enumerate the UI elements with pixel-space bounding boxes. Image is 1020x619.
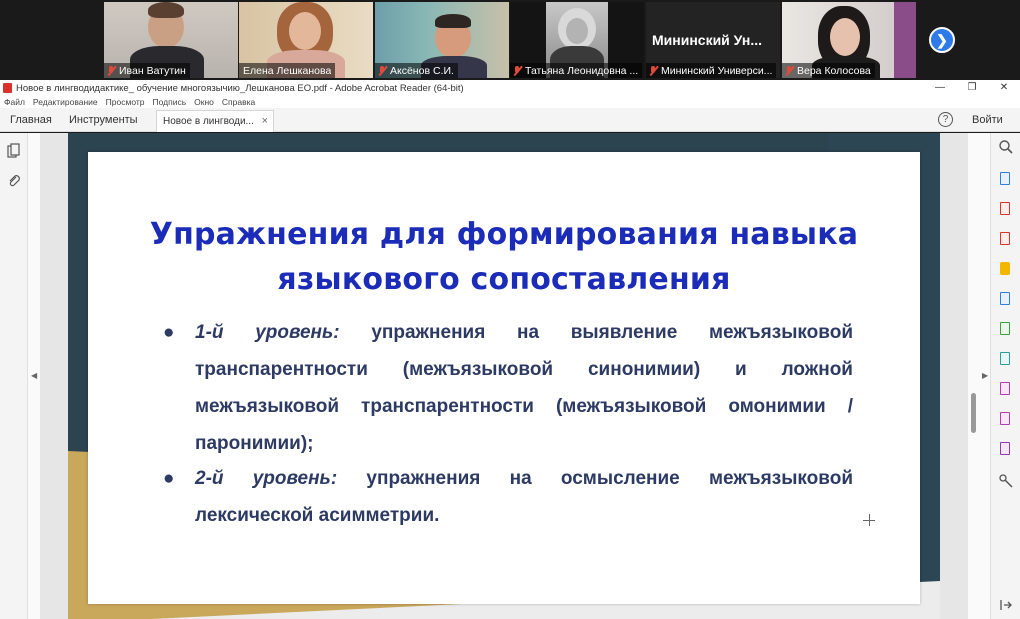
request-signature-icon[interactable]: [998, 441, 1014, 457]
bullet-item-1: ● 1-й уровень: упражнения на выявление м…: [163, 314, 853, 462]
participant-tile-2[interactable]: Елена Лешканова: [239, 2, 373, 78]
menu-bar: Файл Редактирование Просмотр Подпись Окн…: [0, 96, 1020, 108]
menu-edit[interactable]: Редактирование: [33, 96, 98, 108]
tab-document[interactable]: Новое в лингводи... ×: [156, 110, 274, 132]
expand-tools-icon[interactable]: [998, 597, 1014, 613]
left-pane-toggle[interactable]: ◀: [28, 133, 40, 619]
page-thumbnails-icon[interactable]: [6, 143, 21, 158]
mic-muted-icon: [106, 65, 116, 76]
window-titlebar: Новое в лингводидактике_ обучение многоя…: [0, 80, 1020, 96]
fill-sign-icon[interactable]: [998, 321, 1014, 337]
combine-files-icon[interactable]: [998, 351, 1014, 367]
crosshair-cursor-icon: [863, 514, 875, 526]
participant-tile-5[interactable]: Мининский Ун... Мининский Универси...: [646, 2, 780, 78]
left-nav-pane: [0, 133, 28, 619]
participant-name: Татьяна Леонидовна ...: [525, 64, 639, 77]
slide-title-line-2: языкового сопоставления: [277, 262, 731, 297]
menu-file[interactable]: Файл: [4, 96, 25, 108]
participant-name: Иван Ватутин: [119, 64, 186, 77]
next-participants-button[interactable]: ❯: [929, 27, 955, 53]
slide-title: Упражнения для формирования навыка языко…: [88, 212, 920, 302]
zoom-search-icon[interactable]: [998, 139, 1014, 155]
collapse-left-icon: ◀: [31, 371, 38, 380]
participant-name: Елена Лешканова: [243, 64, 332, 77]
participant-namebar: Иван Ватутин: [104, 63, 190, 78]
attachments-icon[interactable]: [6, 173, 21, 188]
close-button[interactable]: ✕: [988, 80, 1020, 96]
help-icon[interactable]: ?: [938, 112, 953, 127]
participant-label-large: Мининский Ун...: [652, 32, 762, 48]
participant-name: Мининский Универси...: [661, 64, 773, 77]
more-tools-icon[interactable]: [998, 473, 1014, 489]
collapse-right-icon: ▶: [982, 371, 989, 380]
bullet-dot: ●: [163, 322, 175, 343]
bullet-level-label: 1-й уровень:: [195, 322, 340, 343]
pdf-file-icon: [3, 83, 12, 93]
participant-namebar: Мининский Универси...: [646, 63, 777, 78]
vertical-scrollbar[interactable]: [968, 133, 980, 619]
right-tools-pane: [990, 133, 1020, 619]
tab-bar: Главная Инструменты Новое в лингводи... …: [0, 108, 1020, 132]
maximize-button[interactable]: ❐: [956, 80, 988, 96]
scrollbar-thumb[interactable]: [971, 393, 976, 433]
mic-muted-icon: [377, 65, 387, 76]
participant-name: Вера Колосова: [797, 64, 871, 77]
window-title: Новое в лингводидактике_ обучение многоя…: [16, 82, 464, 94]
tab-tools[interactable]: Инструменты: [69, 114, 138, 126]
participant-tile-6[interactable]: Вера Колосова: [782, 2, 916, 78]
sign-in-button[interactable]: Войти: [972, 114, 1003, 126]
mic-muted-icon: [648, 65, 658, 76]
participant-tile-4[interactable]: Татьяна Леонидовна ...: [510, 2, 644, 78]
participant-namebar: Вера Колосова: [782, 63, 875, 78]
right-pane-toggle[interactable]: ▶: [980, 133, 990, 619]
participant-namebar: Елена Лешканова: [239, 63, 336, 78]
video-strip: Иван Ватутин Елена Лешканова Аксёнов С.И…: [0, 0, 1020, 80]
mic-muted-icon: [784, 65, 794, 76]
participant-tile-3[interactable]: Аксёнов С.И.: [375, 2, 509, 78]
minimize-button[interactable]: —: [924, 80, 956, 96]
send-for-review-icon[interactable]: [998, 291, 1014, 307]
window-controls: — ❐ ✕: [924, 80, 1020, 96]
bullet-level-label: 2-й уровень:: [195, 468, 338, 489]
sign-icon[interactable]: [998, 381, 1014, 397]
participant-name: Аксёнов С.И.: [390, 64, 454, 77]
slide-content-card: Упражнения для формирования навыка языко…: [88, 152, 920, 604]
tab-close-icon[interactable]: ×: [262, 115, 268, 127]
organize-pages-icon[interactable]: [998, 201, 1014, 217]
participant-tile-1[interactable]: Иван Ватутин: [104, 2, 238, 78]
menu-window[interactable]: Окно: [194, 96, 214, 108]
bullet-dot: ●: [163, 468, 175, 489]
participant-namebar: Татьяна Леонидовна ...: [510, 63, 643, 78]
bullet-item-2: ● 2-й уровень: упражнения на осмысление …: [163, 460, 853, 534]
comment-icon[interactable]: [998, 261, 1014, 277]
menu-view[interactable]: Просмотр: [106, 96, 145, 108]
menu-sign[interactable]: Подпись: [153, 96, 187, 108]
tab-document-label: Новое в лингводи...: [163, 116, 254, 127]
edit-pdf-icon[interactable]: [998, 231, 1014, 247]
export-pdf-icon[interactable]: [998, 171, 1014, 187]
participant-namebar: Аксёнов С.И.: [375, 63, 458, 78]
slide-title-line-1: Упражнения для формирования навыка: [149, 217, 859, 252]
protect-icon[interactable]: [998, 411, 1014, 427]
mic-muted-icon: [512, 65, 522, 76]
document-view[interactable]: Упражнения для формирования навыка языко…: [40, 133, 968, 619]
tab-home[interactable]: Главная: [10, 114, 52, 126]
menu-help[interactable]: Справка: [222, 96, 255, 108]
